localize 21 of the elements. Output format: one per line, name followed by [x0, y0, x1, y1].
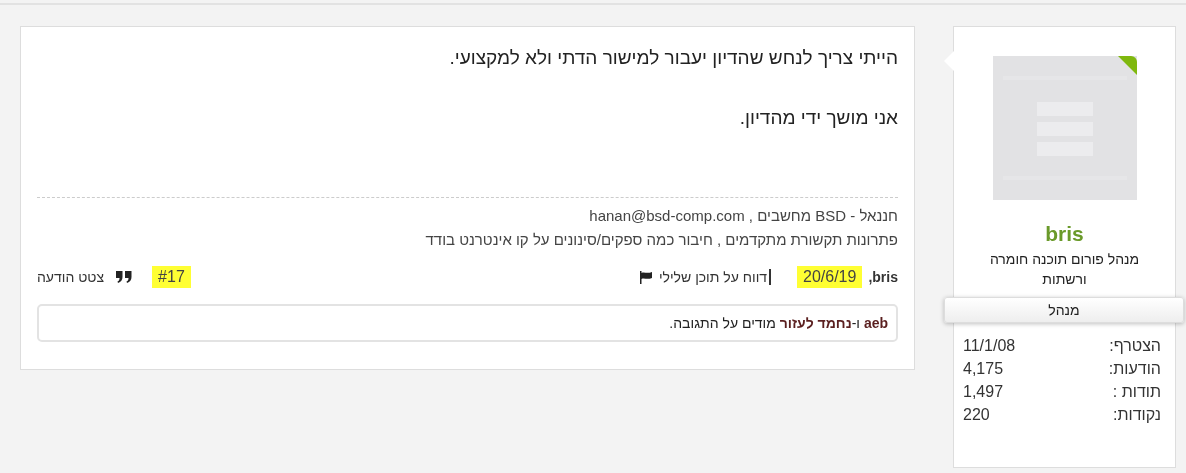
user-title: מנהל פורום תוכנה חומרה ורשתות: [988, 250, 1141, 289]
rank-banner: מנהל: [944, 297, 1184, 323]
post-author[interactable]: bris,: [868, 269, 898, 285]
stat-label: הצטרף:: [1109, 337, 1161, 355]
stat-label: הודעות:: [1108, 360, 1161, 378]
stat-label: תודות :: [1112, 383, 1161, 401]
stat-value: 4,175: [963, 360, 1004, 378]
signature-line: חננאל - BSD מחשבים , hanan@bsd-comp.com: [588, 206, 898, 226]
stat-value: 1,497: [963, 383, 1004, 401]
post-paragraph: אני מושך ידי מהדיון.: [738, 106, 898, 130]
signature-line: פתרונות תקשורת מתקדמים , חיבור כמה ספקים/סינונים על קו אינטרנט בודד: [424, 230, 898, 250]
quote-icon: [116, 271, 133, 283]
quote-link[interactable]: צטט הודעה: [37, 269, 105, 285]
stat-value: 11/1/08: [963, 337, 1016, 355]
report-link[interactable]: דווח על תוכן שלילי: [658, 269, 772, 285]
post-paragraph: הייתי צריך לנחש שהדיון יעבור למישור הדתי ולא למקצועי.: [448, 46, 898, 70]
post-date: 20/6/19: [797, 266, 863, 288]
stat-value: 220: [963, 406, 990, 424]
stat-label: נקודות:: [1112, 406, 1161, 424]
post-number: #17: [152, 266, 191, 288]
flag-icon: [638, 270, 653, 284]
